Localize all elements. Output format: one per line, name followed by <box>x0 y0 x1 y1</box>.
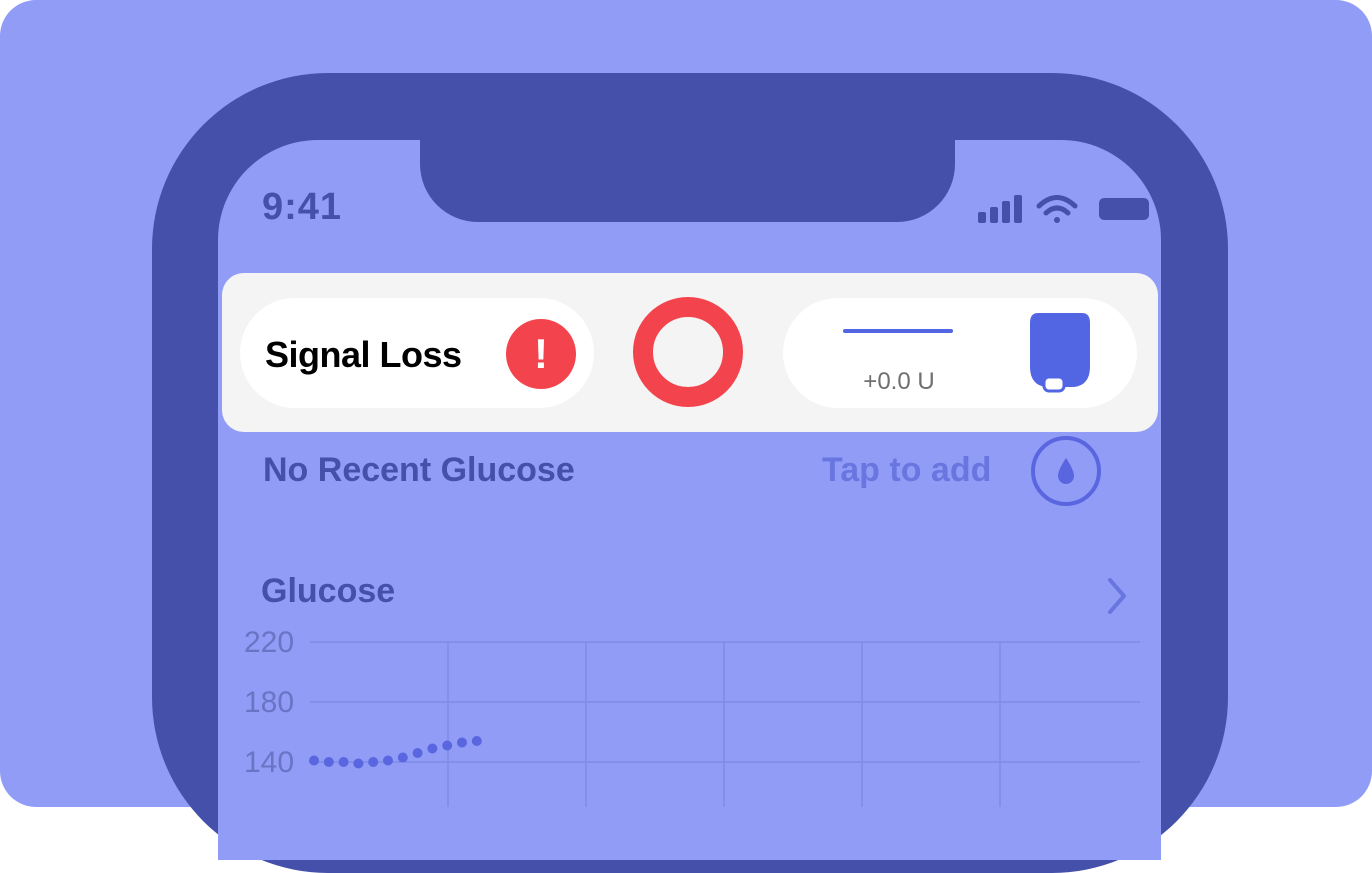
battery-icon <box>1099 198 1149 220</box>
glucose-point <box>397 752 408 763</box>
glucose-point <box>427 743 438 754</box>
add-glucose-button[interactable] <box>1031 436 1101 506</box>
glucose-point <box>412 748 423 758</box>
y-tick-label: 220 <box>244 626 294 659</box>
glucose-point <box>383 755 393 766</box>
status-bar-icons <box>978 195 1149 223</box>
status-bar-time: 9:41 <box>262 186 343 228</box>
glucose-chart: 220 180 140 <box>244 626 1140 807</box>
y-tick-label: 140 <box>244 746 294 779</box>
glucose-section-title[interactable]: Glucose <box>261 572 395 611</box>
pump-icon <box>1030 313 1090 393</box>
y-tick-label: 180 <box>244 686 294 719</box>
signal-bars-icon <box>978 195 1022 223</box>
cgm-status-label: Signal Loss <box>265 334 462 375</box>
glucose-point <box>368 757 379 767</box>
exclamation-icon: ! <box>506 319 576 389</box>
phone-notch <box>420 118 955 222</box>
insulin-delivered-label: +0.0 U <box>863 368 935 395</box>
glucose-status-label: No Recent Glucose <box>263 451 575 489</box>
tap-to-add-link[interactable]: Tap to add <box>822 451 991 490</box>
basal-rate-line <box>843 329 953 333</box>
blood-drop-icon <box>1058 458 1074 484</box>
glucose-point <box>471 736 482 746</box>
glucose-point <box>323 757 334 767</box>
glucose-point <box>353 758 364 769</box>
glucose-point <box>442 740 453 751</box>
glucose-point <box>457 737 467 748</box>
loop-ring-icon[interactable] <box>633 297 743 407</box>
chevron-right-icon[interactable] <box>1104 576 1130 616</box>
glucose-point <box>309 755 319 766</box>
glucose-point <box>338 757 349 767</box>
wifi-icon <box>1036 195 1078 223</box>
